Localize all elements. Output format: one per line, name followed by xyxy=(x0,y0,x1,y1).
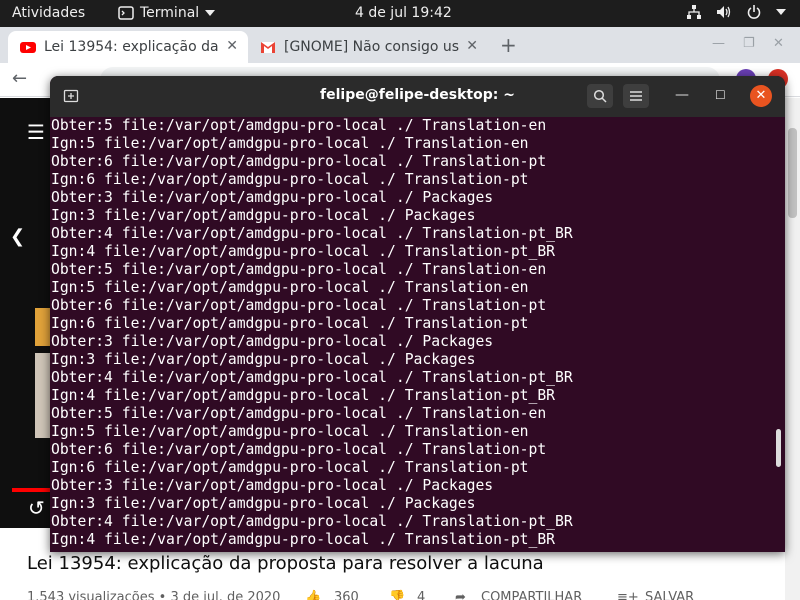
terminal-line: Obter:4 file:/var/opt/amdgpu-pro-local .… xyxy=(51,513,573,530)
youtube-icon xyxy=(20,42,36,53)
tab-youtube-video[interactable]: Lei 13954: explicação da p ✕ xyxy=(8,31,248,63)
terminal-line: Obter:5 file:/var/opt/amdgpu-pro-local .… xyxy=(51,117,547,134)
gmail-icon xyxy=(261,42,275,53)
terminal-app-icon xyxy=(118,6,134,20)
back-arrow-icon[interactable]: ← xyxy=(12,68,27,89)
terminal-header-bar[interactable]: felipe@felipe-desktop: ~ — ☐ ✕ xyxy=(50,76,785,117)
terminal-line: Obter:4 file:/var/opt/amdgpu-pro-local .… xyxy=(51,369,573,386)
terminal-line: Obter:3 file:/var/opt/amdgpu-pro-local .… xyxy=(51,333,494,350)
terminal-line: Ign:6 file:/var/opt/amdgpu-pro-local ./ … xyxy=(51,315,529,332)
terminal-line: Ign:5 file:/var/opt/amdgpu-pro-local ./ … xyxy=(51,279,529,296)
app-menu[interactable]: Terminal xyxy=(118,5,216,21)
terminal-line: Obter:5 file:/var/opt/amdgpu-pro-local .… xyxy=(51,405,547,422)
tab-title: [GNOME] Não consigo us xyxy=(284,39,460,55)
terminal-line: Ign:4 file:/var/opt/amdgpu-pro-local ./ … xyxy=(51,531,556,548)
dislike-icon[interactable]: 👎 xyxy=(389,590,405,600)
maximize-icon[interactable]: ☐ xyxy=(715,88,726,102)
share-icon[interactable]: ➦ xyxy=(455,590,466,600)
terminal-line: Obter:5 file:/var/opt/amdgpu-pro-local .… xyxy=(51,261,547,278)
close-window-icon[interactable]: ✕ xyxy=(773,36,784,51)
thumbnail-image[interactable] xyxy=(35,308,50,346)
terminal-line: Obter:3 file:/var/opt/amdgpu-pro-local .… xyxy=(51,189,494,206)
save-button[interactable]: SALVAR xyxy=(645,590,694,600)
tab-gmail[interactable]: [GNOME] Não consigo us ✕ xyxy=(248,31,488,63)
video-progress-bar[interactable] xyxy=(12,488,50,492)
hamburger-menu-icon[interactable]: ☰ xyxy=(27,120,45,144)
close-tab-icon[interactable]: ✕ xyxy=(466,38,478,54)
clock[interactable]: 4 de jul 19:42 xyxy=(355,5,452,21)
hamburger-menu-button[interactable] xyxy=(623,84,649,108)
volume-icon xyxy=(717,6,731,18)
terminal-line: Ign:4 file:/var/opt/amdgpu-pro-local ./ … xyxy=(51,243,556,260)
terminal-window[interactable]: felipe@felipe-desktop: ~ — ☐ ✕ Obter:5 f… xyxy=(50,76,785,552)
save-icon[interactable]: ≡+ xyxy=(617,590,639,600)
close-icon[interactable]: ✕ xyxy=(750,85,772,107)
terminal-line: Ign:4 file:/var/opt/amdgpu-pro-local ./ … xyxy=(51,387,556,404)
caret-down-icon xyxy=(776,9,786,15)
views-and-date: 1.543 visualizações • 3 de jul. de 2020 xyxy=(27,590,281,600)
dislike-count[interactable]: 4 xyxy=(417,590,425,600)
minimize-window-icon[interactable]: — xyxy=(712,36,725,51)
new-tab-button[interactable]: + xyxy=(500,33,517,57)
search-icon xyxy=(593,89,607,103)
tab-title: Lei 13954: explicação da p xyxy=(44,39,224,55)
browser-tab-strip: Lei 13954: explicação da p ✕ [GNOME] Não… xyxy=(0,27,800,63)
terminal-line: Ign:6 file:/var/opt/amdgpu-pro-local ./ … xyxy=(51,171,529,188)
terminal-line: Obter:3 file:/var/opt/amdgpu-pro-local .… xyxy=(51,477,494,494)
terminal-line: Obter:6 file:/var/opt/amdgpu-pro-local .… xyxy=(51,297,547,314)
chevron-left-icon[interactable]: ❮ xyxy=(10,226,25,247)
thumbnail-image[interactable] xyxy=(35,353,50,438)
terminal-line: Ign:5 file:/var/opt/amdgpu-pro-local ./ … xyxy=(51,135,529,152)
hamburger-menu-icon xyxy=(630,91,642,101)
caret-down-icon xyxy=(205,10,216,16)
terminal-line: Ign:3 file:/var/opt/amdgpu-pro-local ./ … xyxy=(51,207,476,224)
terminal-line: Ign:3 file:/var/opt/amdgpu-pro-local ./ … xyxy=(51,351,476,368)
terminal-output[interactable]: Obter:5 file:/var/opt/amdgpu-pro-local .… xyxy=(50,117,785,552)
minimize-icon[interactable]: — xyxy=(675,87,689,103)
gnome-top-bar: Atividades Terminal 4 de jul 19:42 xyxy=(0,0,800,27)
terminal-line: Ign:5 file:/var/opt/amdgpu-pro-local ./ … xyxy=(51,423,529,440)
replay-icon[interactable]: ↺ xyxy=(28,496,45,520)
terminal-line: Obter:6 file:/var/opt/amdgpu-pro-local .… xyxy=(51,441,547,458)
power-icon xyxy=(747,5,761,19)
close-tab-icon[interactable]: ✕ xyxy=(226,38,238,54)
terminal-line: Obter:4 file:/var/opt/amdgpu-pro-local .… xyxy=(51,225,573,242)
terminal-line: Ign:3 file:/var/opt/amdgpu-pro-local ./ … xyxy=(51,495,476,512)
maximize-window-icon[interactable]: ❐ xyxy=(743,36,755,51)
share-button[interactable]: COMPARTILHAR xyxy=(481,590,582,600)
video-title: Lei 13954: explicação da proposta para r… xyxy=(27,553,544,574)
app-menu-label: Terminal xyxy=(140,5,200,21)
search-button[interactable] xyxy=(587,84,613,108)
terminal-scrollbar[interactable] xyxy=(776,429,781,467)
like-icon[interactable]: 👍 xyxy=(305,590,321,600)
system-tray[interactable] xyxy=(686,4,786,20)
like-count[interactable]: 360 xyxy=(334,590,359,600)
page-scrollbar-thumb[interactable] xyxy=(788,128,797,218)
terminal-line: Ign:6 file:/var/opt/amdgpu-pro-local ./ … xyxy=(51,459,529,476)
activities-button[interactable]: Atividades xyxy=(12,5,85,21)
network-icon xyxy=(687,5,701,19)
terminal-line: Obter:6 file:/var/opt/amdgpu-pro-local .… xyxy=(51,153,547,170)
